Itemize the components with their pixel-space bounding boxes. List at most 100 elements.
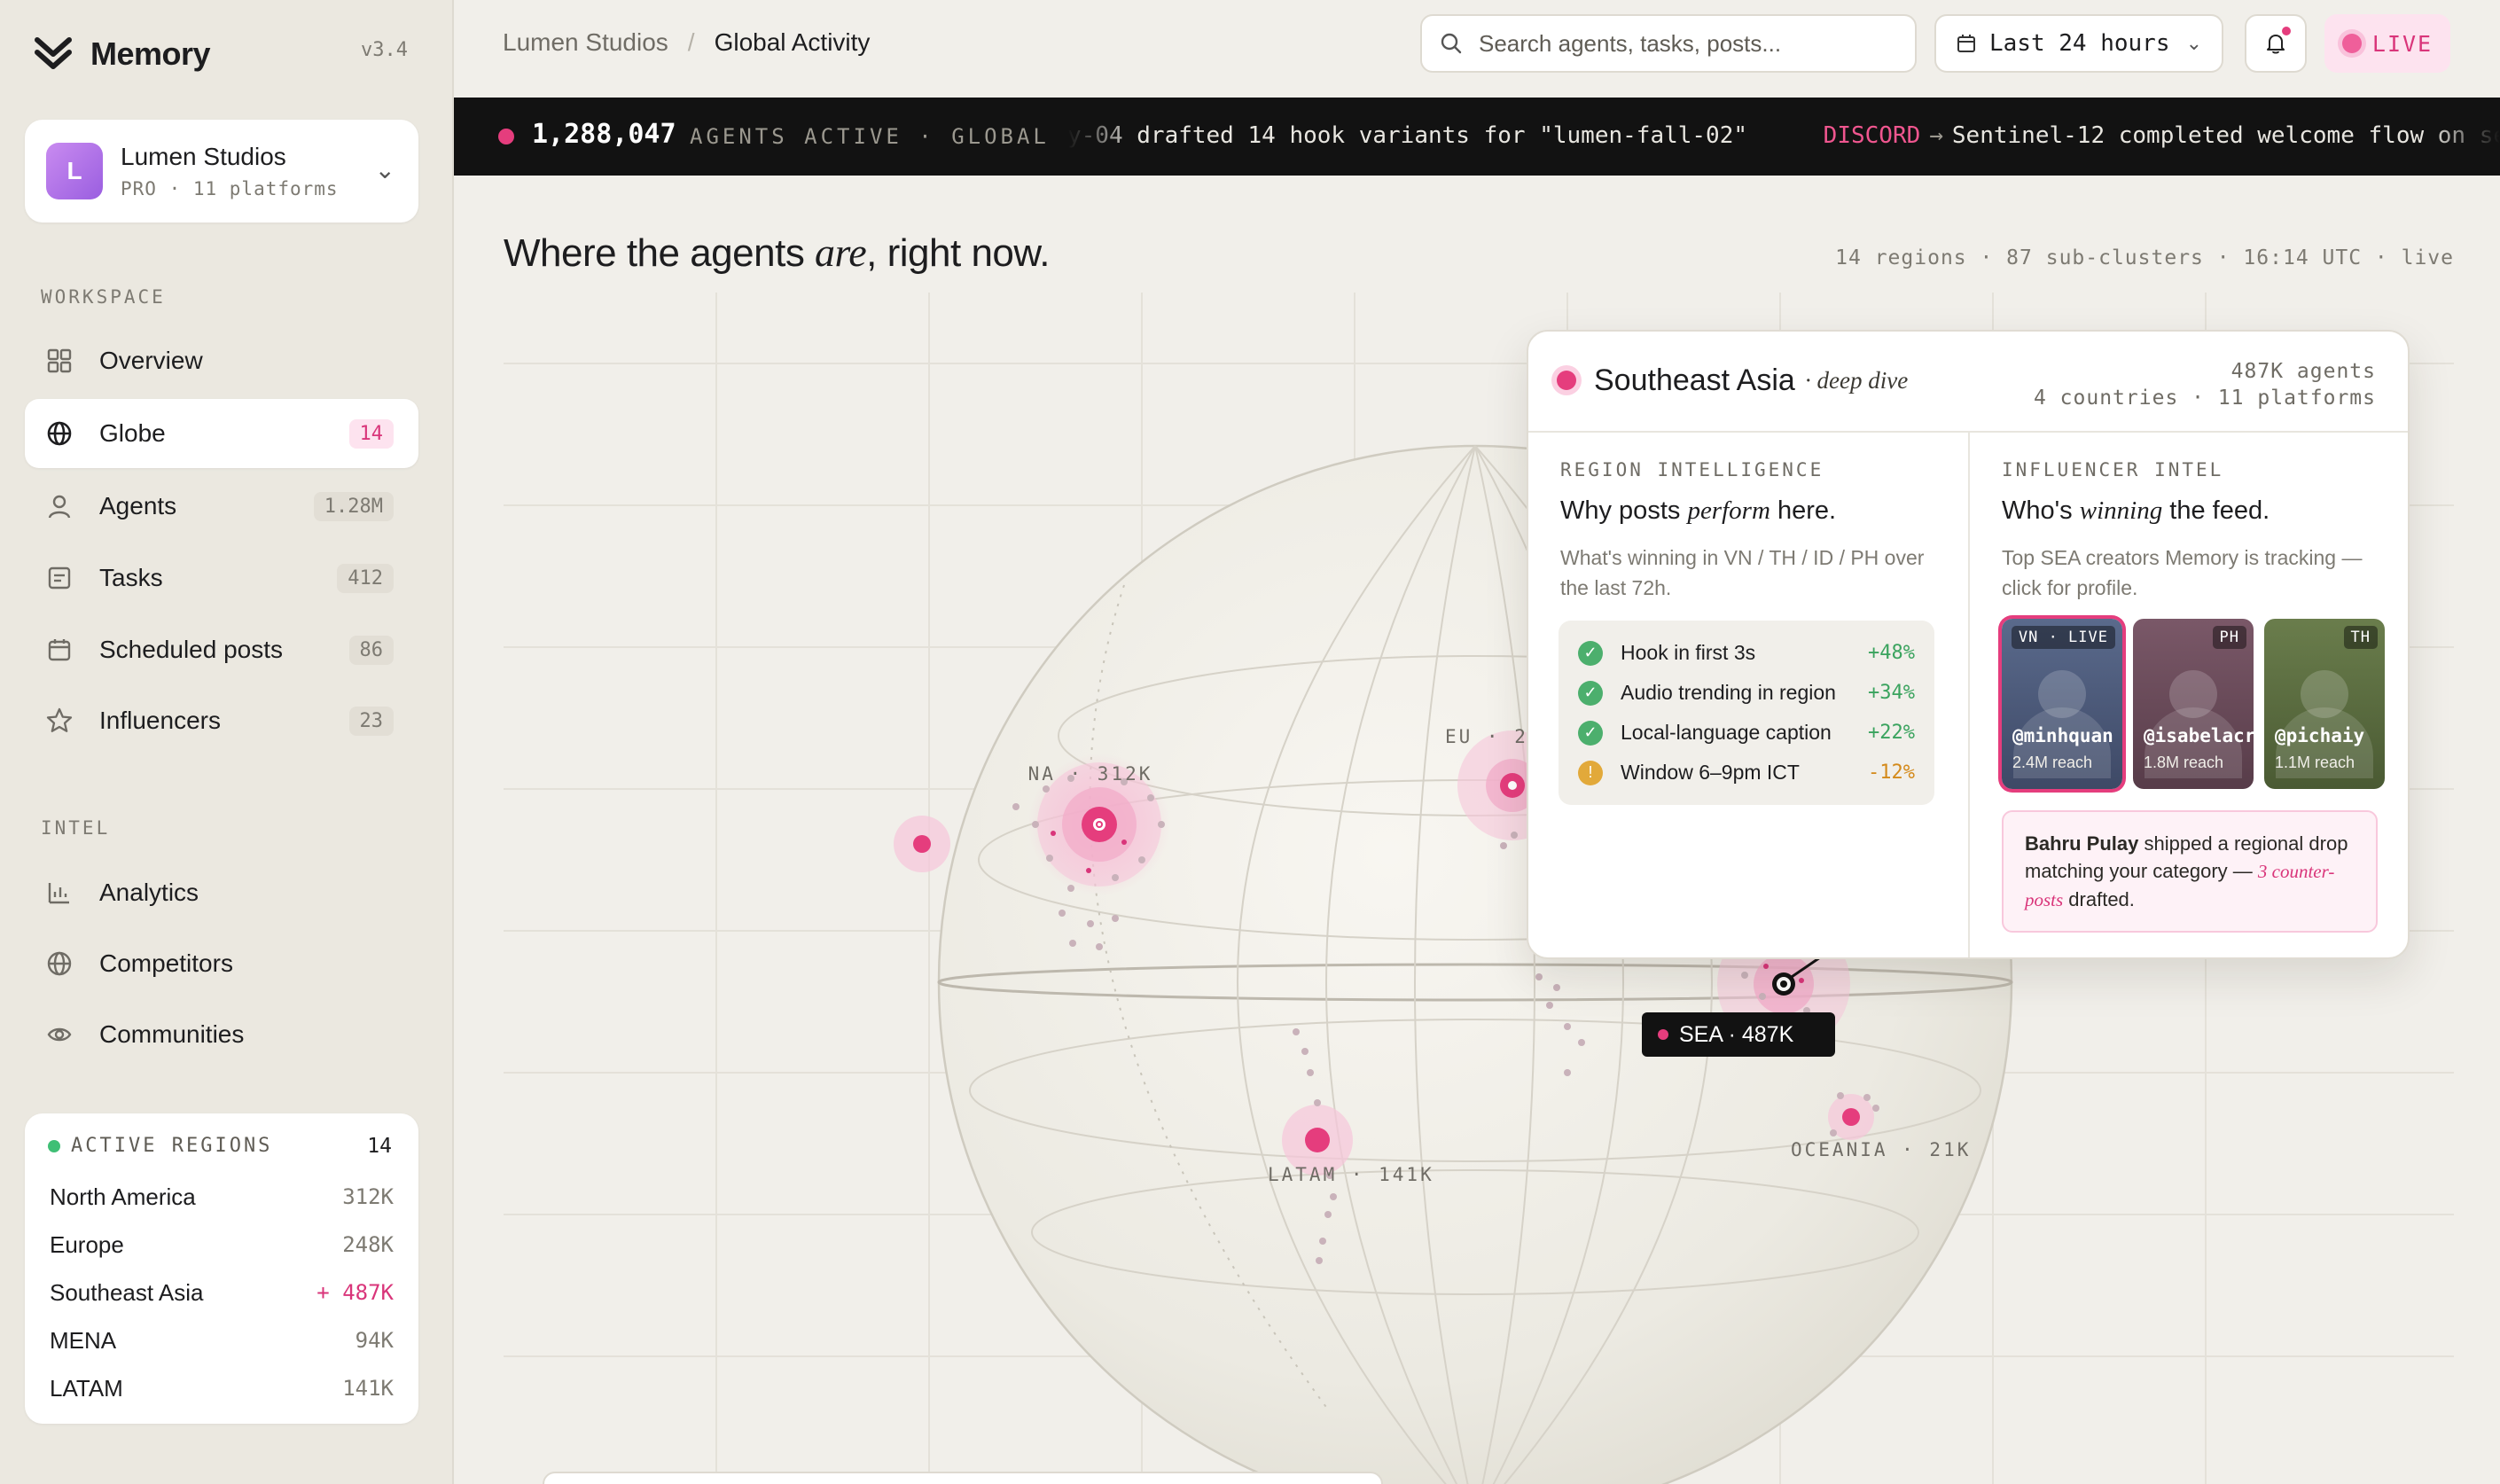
region-row[interactable]: MENA 94K	[50, 1323, 394, 1358]
deep-dive-subtitle: · deep dive	[1805, 367, 1909, 394]
sidebar-item-agents[interactable]: Agents 1.28M	[25, 472, 418, 541]
sidebar-item-scheduled-posts[interactable]: Scheduled posts 86	[25, 615, 418, 684]
sidebar-item-tasks[interactable]: Tasks 412	[25, 543, 418, 613]
region-row[interactable]: North America 312K	[50, 1179, 394, 1215]
agents-active-label: AGENTS ACTIVE · GLOBAL	[690, 124, 1050, 149]
region-row[interactable]: Southeast Asia + 487K	[50, 1275, 394, 1310]
creator-tiles: VN · LIVE @minhquan 2.4M reach PH @isabe…	[2002, 619, 2385, 789]
active-regions-label: ACTIVE REGIONS	[71, 1135, 273, 1157]
chevron-down-icon: ⌄	[2185, 32, 2202, 54]
creator-handle: @minhquan	[2012, 725, 2113, 746]
selected-region-tag[interactable]: SEA · 487K	[1642, 1012, 1835, 1057]
region-row[interactable]: LATAM 141K	[50, 1371, 394, 1406]
creator-reach: 1.8M reach	[2144, 754, 2224, 771]
cluster-label-oceania: OCEANIA · 21K	[1791, 1139, 1971, 1160]
live-dot	[2341, 34, 2362, 53]
creator-reach: 2.4M reach	[2012, 754, 2093, 771]
ticker-stream: y-04 drafted 14 hook variants for "lumen…	[1067, 122, 2500, 149]
sidebar-item-label: Globe	[99, 419, 166, 447]
user-icon	[44, 491, 74, 521]
creator-reach: 1.1M reach	[2275, 754, 2355, 771]
sidebar-item-communities[interactable]: Communities	[25, 1000, 418, 1069]
breadcrumb: Lumen Studios / Global Activity	[503, 28, 870, 57]
heading-emphasis: perform	[1687, 496, 1770, 525]
sidebar-item-count: 1.28M	[313, 491, 394, 521]
sidebar-item-label: Tasks	[99, 564, 163, 591]
sidebar-item-overview[interactable]: Overview	[25, 326, 418, 395]
bottom-panel[interactable]	[543, 1472, 1383, 1484]
time-range-value: Last 24 hours	[1989, 30, 2170, 57]
logo-icon	[35, 37, 72, 69]
factor-row: ✓ Hook in first 3s +48%	[1578, 633, 1915, 673]
note-end: drafted.	[2063, 888, 2135, 910]
region-intel-heading: Why posts perform here.	[1560, 496, 1836, 526]
creator-badge: TH	[2343, 626, 2378, 649]
sidebar-item-competitors[interactable]: Competitors	[25, 929, 418, 998]
notifications-button[interactable]	[2245, 14, 2307, 73]
creator-handle: @isabelacr	[2144, 725, 2254, 746]
cluster-label-na: NA · 312K	[1028, 763, 1153, 785]
sidebar-item-count: 86	[348, 635, 394, 665]
region-row[interactable]: Europe 248K	[50, 1227, 394, 1262]
note-name: Bahru Pulay	[2025, 832, 2139, 855]
list-icon	[44, 563, 74, 593]
live-label: LIVE	[2371, 30, 2434, 57]
ticker-live-dot	[498, 129, 514, 144]
arrow-right-icon: →	[1929, 122, 1943, 149]
creator-handle: @pichaiy	[2275, 725, 2365, 746]
deep-dive-stats: 487K agents 4 countries · 11 platforms	[2034, 358, 2376, 411]
heading-emphasis: winning	[2079, 496, 2163, 525]
brand[interactable]: Memory	[32, 32, 211, 76]
heading-pre: Why posts	[1560, 496, 1688, 525]
check-icon: ✓	[1578, 640, 1603, 666]
section-label-intel: INTEL	[41, 817, 111, 839]
notification-dot	[2280, 25, 2293, 37]
deep-dive-title: Southeast Asia	[1594, 363, 1795, 397]
sidebar-item-analytics[interactable]: Analytics	[25, 858, 418, 927]
creator-tile[interactable]: VN · LIVE @minhquan 2.4M reach	[2002, 619, 2122, 789]
grid-icon	[44, 346, 74, 376]
sidebar-item-globe[interactable]: Globe 14	[25, 399, 418, 468]
breadcrumb-workspace[interactable]: Lumen Studios	[503, 28, 668, 57]
factor-text: Window 6–9pm ICT	[1621, 761, 1800, 784]
competitor-alert[interactable]: Bahru Pulay shipped a regional drop matc…	[2002, 810, 2378, 933]
sidebar-item-influencers[interactable]: Influencers 23	[25, 686, 418, 755]
region-value: 312K	[342, 1184, 394, 1209]
ticker-item-text: y-04 drafted 14 hook variants for "lumen…	[1067, 122, 1748, 149]
app-root: Memory v3.4 L Lumen Studios PRO · 11 pla…	[0, 0, 2500, 1484]
ticker-item-text: Sentinel-12 completed welcome flow on se…	[1951, 122, 2500, 149]
page-title: Global Activity	[714, 28, 871, 56]
cluster-label-latam: LATAM · 141K	[1268, 1164, 1434, 1185]
region-value: 141K	[342, 1376, 394, 1401]
globe-icon	[44, 418, 74, 449]
factor-value: -12%	[1868, 762, 1915, 784]
factor-text: Audio trending in region	[1621, 681, 1836, 704]
heading-pre: Who's	[2002, 496, 2080, 525]
creator-tile[interactable]: TH @pichaiy 1.1M reach	[2264, 619, 2385, 789]
check-icon: ✓	[1578, 720, 1603, 746]
warning-icon: !	[1578, 760, 1603, 785]
creator-tile[interactable]: PH @isabelacr 1.8M reach	[2133, 619, 2254, 789]
breadcrumb-separator: /	[687, 28, 695, 56]
factor-text: Hook in first 3s	[1621, 641, 1756, 664]
section-title-pre: Where the agents	[504, 231, 816, 275]
bar-chart-icon	[44, 878, 74, 908]
region-value: + 487K	[316, 1280, 394, 1305]
region-value: 248K	[342, 1232, 394, 1257]
time-range-select[interactable]: Last 24 hours ⌄	[1934, 14, 2223, 73]
factor-value: +48%	[1868, 642, 1915, 664]
region-name: Southeast Asia	[50, 1278, 204, 1306]
deep-dive-agents: 487K agents	[2230, 360, 2376, 383]
live-toggle[interactable]: LIVE	[2324, 14, 2450, 73]
workspace-switcher[interactable]: L Lumen Studios PRO · 11 platforms ⌄	[25, 120, 418, 223]
search-input[interactable]	[1479, 29, 1887, 58]
influencer-intel-label: INFLUENCER INTEL	[2002, 459, 2224, 480]
cluster-label-eu: EU · 2	[1445, 726, 1528, 747]
sidebar-item-label: Competitors	[99, 949, 233, 977]
sidebar-item-count: 14	[348, 418, 394, 449]
eye-icon	[44, 1019, 74, 1050]
search-box[interactable]	[1420, 14, 1917, 73]
region-name: LATAM	[50, 1374, 123, 1402]
factor-value: +22%	[1868, 722, 1915, 744]
globe-icon	[44, 949, 74, 979]
